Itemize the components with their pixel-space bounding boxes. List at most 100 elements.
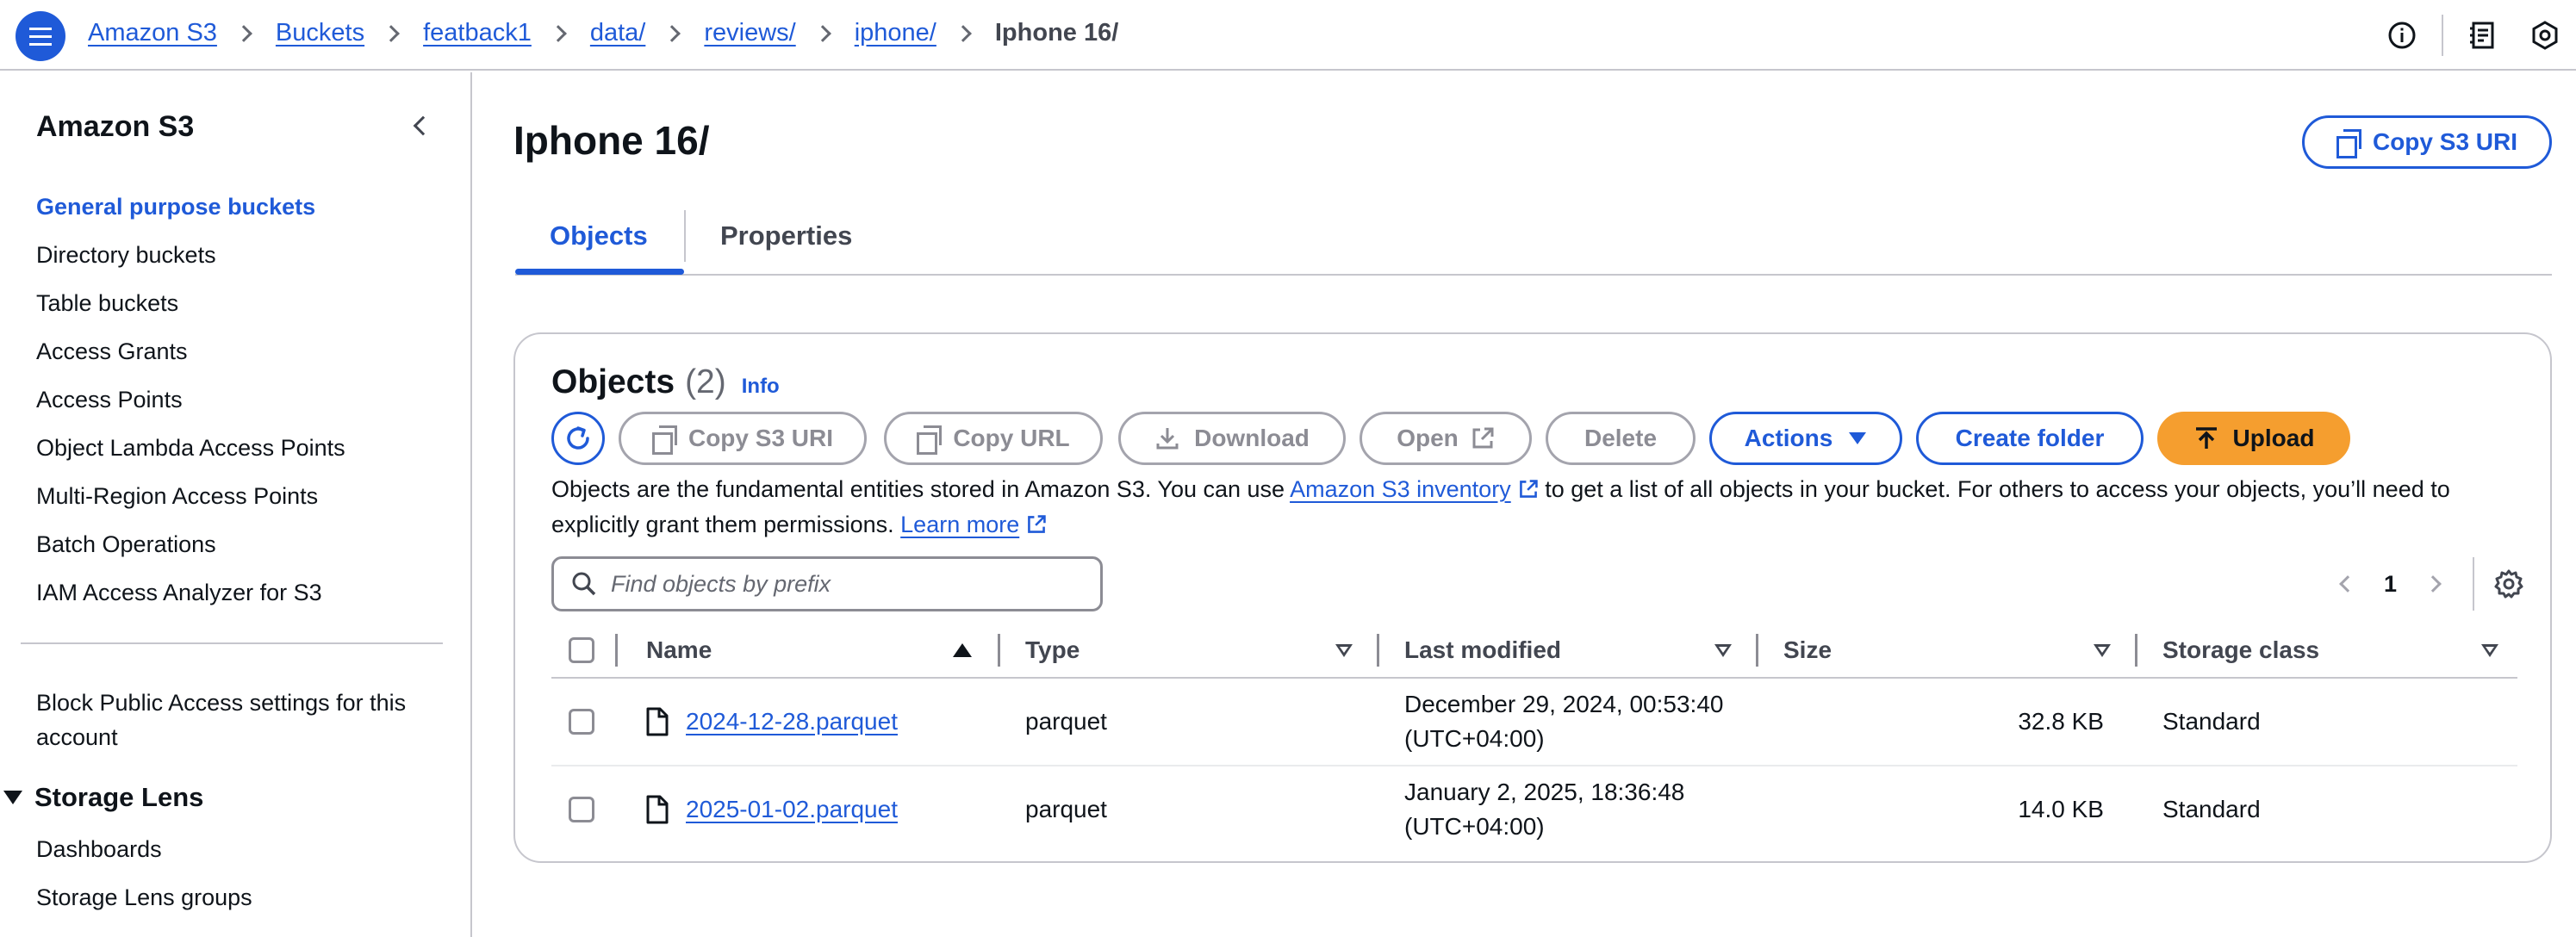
objects-count: (2) xyxy=(685,363,726,400)
objects-panel: Objects (2) Info Copy S3 URI Copy URL Do… xyxy=(513,332,2552,863)
sidebar-item-iam-access-analyzer[interactable]: IAM Access Analyzer for S3 xyxy=(36,568,345,617)
table-row: 2024-12-28.parquet parquet December 29, … xyxy=(551,679,2517,766)
storage-lens-section-toggle[interactable]: Storage Lens xyxy=(3,782,203,813)
external-link-icon xyxy=(1519,480,1538,498)
table-header: Name Type Last modified Size Storage cla… xyxy=(551,622,2517,679)
breadcrumb-current: Iphone 16/ xyxy=(994,19,1119,47)
column-divider xyxy=(1756,634,1758,667)
table-row: 2025-01-02.parquet parquet January 2, 20… xyxy=(551,766,2517,854)
sort-icon[interactable] xyxy=(2481,622,2498,679)
sidebar-title: Amazon S3 xyxy=(36,110,195,143)
sidebar-item-dashboards[interactable]: Dashboards xyxy=(36,825,252,873)
select-all-checkbox[interactable] xyxy=(569,622,594,679)
object-storage-class: Standard xyxy=(2162,708,2261,735)
tab-objects[interactable]: Objects xyxy=(550,220,648,251)
sort-icon[interactable] xyxy=(1714,622,1732,679)
download-icon xyxy=(1156,428,1179,450)
search-icon xyxy=(572,572,596,596)
breadcrumb-amazon-s3[interactable]: Amazon S3 xyxy=(88,19,217,47)
amazon-s3-inventory-link[interactable]: Amazon S3 inventory xyxy=(1290,476,1511,502)
info-icon[interactable] xyxy=(2385,18,2419,53)
chevron-right-icon xyxy=(813,24,831,42)
breadcrumb-data[interactable]: data/ xyxy=(590,19,646,47)
column-header-last-modified[interactable]: Last modified xyxy=(1404,622,1561,679)
column-header-name[interactable]: Name xyxy=(646,622,712,679)
table-preferences-button[interactable] xyxy=(2492,567,2526,601)
sidebar-item-access-grants[interactable]: Access Grants xyxy=(36,327,345,375)
chevron-right-icon xyxy=(2424,575,2442,593)
previous-page-button[interactable] xyxy=(2330,567,2365,601)
download-button[interactable]: Download xyxy=(1118,412,1346,465)
sort-icon[interactable] xyxy=(1335,622,1353,679)
download-label: Download xyxy=(1194,425,1310,451)
delete-button[interactable]: Delete xyxy=(1546,412,1696,465)
pagination-divider xyxy=(2473,557,2474,611)
next-page-button[interactable] xyxy=(2416,567,2450,601)
row-checkbox[interactable] xyxy=(569,679,594,765)
tab-bar: Objects Properties xyxy=(515,203,2552,276)
refresh-icon xyxy=(567,426,589,450)
sidebar-item-object-lambda[interactable]: Object Lambda Access Points xyxy=(36,424,345,472)
object-type: parquet xyxy=(1025,708,1107,735)
object-last-modified: January 2, 2025, 18:36:48 (UTC+04:00) xyxy=(1404,779,1685,840)
sidebar-item-multi-region[interactable]: Multi-Region Access Points xyxy=(36,472,345,520)
current-page[interactable]: 1 xyxy=(2384,571,2397,598)
sidebar-item-general-purpose-buckets[interactable]: General purpose buckets xyxy=(36,183,345,231)
sidebar-item-block-public-access[interactable]: Block Public Access settings for this ac… xyxy=(36,686,441,754)
external-link-icon xyxy=(1028,515,1046,533)
tab-divider xyxy=(684,210,686,262)
copy-url-label: Copy URL xyxy=(953,425,1070,451)
sidebar-item-batch-operations[interactable]: Batch Operations xyxy=(36,520,345,568)
copy-s3-uri-label: Copy S3 URI xyxy=(688,425,834,451)
sort-icon[interactable] xyxy=(2094,622,2111,679)
breadcrumb-iphone[interactable]: iphone/ xyxy=(855,19,936,47)
page-title: Iphone 16/ xyxy=(513,118,710,163)
collapse-sidebar-button[interactable] xyxy=(405,110,436,141)
sidebar: Amazon S3 General purpose buckets Direct… xyxy=(0,72,472,937)
top-navigation-bar: Amazon S3 Buckets featback1 data/ review… xyxy=(0,0,2576,71)
divider xyxy=(2442,15,2443,56)
menu-icon[interactable] xyxy=(16,11,65,61)
sidebar-item-table-buckets[interactable]: Table buckets xyxy=(36,279,345,327)
breadcrumb-bucket[interactable]: featback1 xyxy=(423,19,532,47)
create-folder-button[interactable]: Create folder xyxy=(1916,412,2144,465)
sidebar-item-directory-buckets[interactable]: Directory buckets xyxy=(36,231,345,279)
refresh-button[interactable] xyxy=(551,412,605,465)
feedback-icon[interactable] xyxy=(2466,18,2500,53)
learn-more-link[interactable]: Learn more xyxy=(900,512,1019,537)
info-link[interactable]: Info xyxy=(742,375,780,399)
copy-s3-uri-button[interactable]: Copy S3 URI xyxy=(619,412,867,465)
column-header-size[interactable]: Size xyxy=(1783,622,1832,679)
actions-dropdown-button[interactable]: Actions xyxy=(1709,412,1902,465)
copy-s3-uri-header-button[interactable]: Copy S3 URI xyxy=(2302,115,2552,169)
object-name-link[interactable]: 2025-01-02.parquet xyxy=(686,792,898,827)
top-icons xyxy=(2371,0,2576,71)
row-checkbox[interactable] xyxy=(569,766,594,853)
sort-ascending-icon[interactable] xyxy=(953,622,972,679)
caret-down-icon xyxy=(3,791,22,804)
actions-label: Actions xyxy=(1744,425,1833,451)
upload-button[interactable]: Upload xyxy=(2157,412,2350,465)
settings-hexagon-icon[interactable] xyxy=(2528,18,2562,53)
object-name-link[interactable]: 2024-12-28.parquet xyxy=(686,704,898,739)
sidebar-divider xyxy=(21,642,443,644)
open-button[interactable]: Open xyxy=(1360,412,1532,465)
column-divider xyxy=(1377,634,1379,667)
tab-properties[interactable]: Properties xyxy=(720,220,852,251)
column-header-storage-class[interactable]: Storage class xyxy=(2162,622,2319,679)
active-tab-indicator xyxy=(515,269,684,275)
upload-icon xyxy=(2195,427,2217,449)
chevron-left-icon xyxy=(2339,575,2356,593)
delete-label: Delete xyxy=(1584,425,1658,451)
column-header-type[interactable]: Type xyxy=(1025,622,1080,679)
sidebar-item-access-points[interactable]: Access Points xyxy=(36,375,345,424)
sidebar-item-storage-lens-groups[interactable]: Storage Lens groups xyxy=(36,873,252,921)
breadcrumb-buckets[interactable]: Buckets xyxy=(276,19,364,47)
search-input[interactable] xyxy=(611,570,1093,598)
breadcrumb-reviews[interactable]: reviews/ xyxy=(704,19,795,47)
copy-icon xyxy=(2336,129,2361,158)
pagination: 1 xyxy=(2330,549,2550,618)
chevron-right-icon xyxy=(235,24,252,42)
copy-url-button[interactable]: Copy URL xyxy=(884,412,1103,465)
breadcrumb: Amazon S3 Buckets featback1 data/ review… xyxy=(88,19,1118,47)
